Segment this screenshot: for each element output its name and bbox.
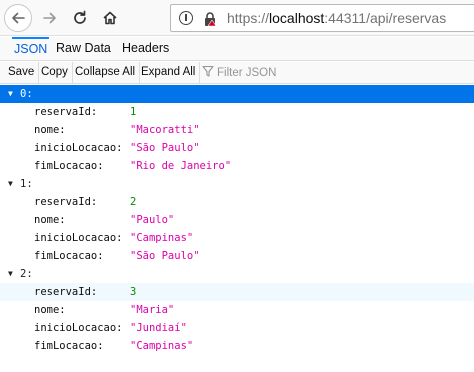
json-key: nome:	[34, 214, 66, 226]
back-button[interactable]	[4, 4, 32, 32]
json-field-row[interactable]: nome: "Maria"	[0, 301, 474, 319]
json-value: "Paulo"	[130, 214, 175, 226]
json-value: 3	[130, 286, 137, 298]
json-field-row[interactable]: fimLocacao: "São Paulo"	[0, 247, 474, 265]
filter-placeholder: Filter JSON	[217, 67, 277, 79]
json-key: fimLocacao:	[34, 340, 104, 352]
url-path: :44311/api/reservas	[324, 10, 447, 26]
json-toolbar: Save Copy Collapse All Expand All Filter…	[0, 62, 474, 84]
chevron-down-icon[interactable]: ▼	[8, 265, 18, 283]
json-field-row[interactable]: fimLocacao: "Campinas"	[0, 337, 474, 355]
json-key: reservaId:	[34, 196, 98, 208]
json-field-row[interactable]: inicioLocacao: "Jundiaí"	[0, 319, 474, 337]
url-bar[interactable]: https://localhost:44311/api/reservas	[170, 4, 474, 32]
tab-json[interactable]: JSON	[12, 37, 50, 61]
home-button[interactable]	[96, 4, 124, 32]
json-key: reservaId:	[34, 106, 98, 118]
json-value: "Macoratti"	[130, 124, 200, 136]
json-value: "São Paulo"	[130, 142, 200, 154]
json-key: fimLocacao:	[34, 160, 104, 172]
json-value: 2	[130, 196, 137, 208]
json-field-row[interactable]: nome: "Macoratti"	[0, 121, 474, 139]
json-item-2-row[interactable]: ▼ 2:	[0, 265, 474, 283]
reload-button[interactable]	[66, 4, 94, 32]
url-host: localhost	[269, 10, 325, 26]
json-index: 2:	[20, 268, 33, 280]
json-key: inicioLocacao:	[34, 232, 123, 244]
json-item-1-row[interactable]: ▼ 1:	[0, 175, 474, 193]
chevron-down-icon[interactable]: ▼	[8, 85, 18, 103]
json-key: fimLocacao:	[34, 250, 104, 262]
json-field-row[interactable]: inicioLocacao: "Campinas"	[0, 229, 474, 247]
collapse-all-button[interactable]: Collapse All	[71, 62, 141, 83]
json-value: "Campinas"	[130, 232, 194, 244]
json-field-row[interactable]: reservaId: 2	[0, 193, 474, 211]
json-key: nome:	[34, 304, 66, 316]
info-icon[interactable]	[179, 11, 193, 25]
url-text: https://localhost:44311/api/reservas	[227, 10, 446, 26]
json-value: "Campinas"	[130, 340, 194, 352]
chevron-down-icon[interactable]: ▼	[8, 175, 18, 193]
filter-json-input[interactable]: Filter JSON	[202, 64, 276, 82]
browser-navbar: https://localhost:44311/api/reservas	[0, 0, 474, 36]
expand-all-button[interactable]: Expand All	[137, 62, 201, 83]
json-value: "Maria"	[130, 304, 175, 316]
filter-icon	[202, 65, 214, 77]
json-field-row[interactable]: fimLocacao: "Rio de Janeiro"	[0, 157, 474, 175]
json-key: nome:	[34, 124, 66, 136]
reload-icon	[74, 10, 86, 24]
lock-warning-icon[interactable]	[203, 11, 217, 27]
json-item-0-row[interactable]: ▼ 0:	[0, 85, 474, 103]
json-value: "Rio de Janeiro"	[130, 160, 232, 172]
json-field-row[interactable]: inicioLocacao: "São Paulo"	[0, 139, 474, 157]
copy-button[interactable]: Copy	[37, 62, 73, 83]
home-icon	[103, 11, 117, 25]
json-field-row[interactable]: reservaId: 3	[0, 283, 474, 301]
forward-button[interactable]	[36, 4, 64, 32]
json-key: reservaId:	[34, 286, 98, 298]
json-value: "Jundiaí"	[130, 322, 187, 334]
json-index: 1:	[20, 178, 33, 190]
json-index: 0:	[20, 88, 33, 100]
json-value: "São Paulo"	[130, 250, 200, 262]
json-field-row[interactable]: nome: "Paulo"	[0, 211, 474, 229]
tab-raw-data[interactable]: Raw Data	[56, 37, 111, 61]
json-value: 1	[130, 106, 137, 118]
url-scheme: https://	[227, 10, 270, 26]
json-field-row[interactable]: reservaId: 1	[0, 103, 474, 121]
save-button[interactable]: Save	[4, 62, 40, 83]
viewer-tabs: JSON Raw Data Headers	[0, 37, 474, 61]
arrow-right-icon	[43, 12, 56, 24]
json-key: inicioLocacao:	[34, 322, 123, 334]
arrow-left-icon	[12, 12, 25, 24]
tab-headers[interactable]: Headers	[122, 37, 169, 61]
json-key: inicioLocacao:	[34, 142, 123, 154]
